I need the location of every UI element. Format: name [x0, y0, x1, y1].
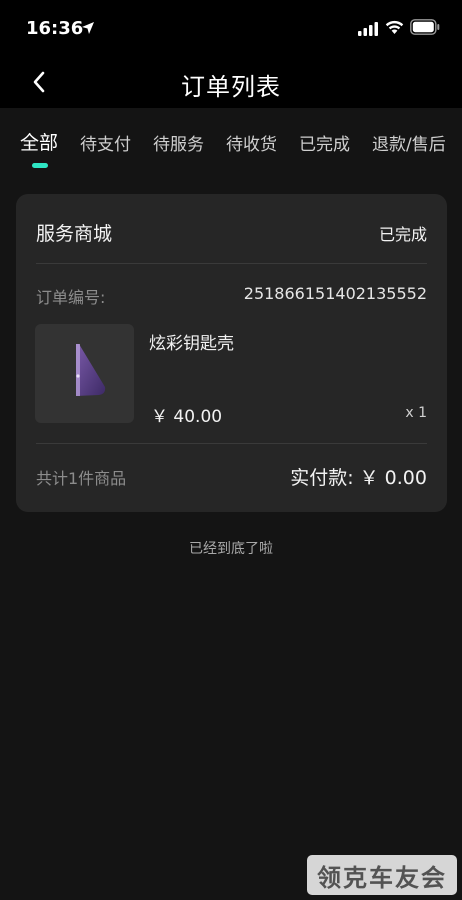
paid-label: 实付款: [290, 467, 354, 489]
watermark-logo: 领克车友会 [307, 855, 457, 895]
order-status: 已完成 [378, 225, 427, 244]
divider [36, 443, 427, 444]
order-number-value: 251866151402135552 [243, 284, 427, 303]
item-count: 共计1件商品 [36, 469, 127, 488]
shop-name: 服务商城 [36, 223, 113, 245]
product-image[interactable] [35, 324, 134, 423]
tab-pending-receipt[interactable]: 待收货 [226, 130, 277, 155]
nav-header: 订单列表 [0, 56, 462, 108]
tab-pending-service[interactable]: 待服务 [153, 130, 204, 155]
tab-pending-payment[interactable]: 待支付 [80, 130, 131, 155]
product-name: 炫彩钥匙壳 [149, 334, 234, 354]
order-number-label: 订单编号: [36, 288, 106, 307]
battery-icon [410, 19, 440, 35]
tab-completed[interactable]: 已完成 [299, 130, 350, 155]
divider [36, 263, 427, 264]
page-title: 订单列表 [181, 73, 281, 101]
active-tab-indicator [32, 163, 48, 168]
status-bar: 16:36 [0, 0, 462, 56]
product-price: ￥ 40.00 [151, 407, 223, 427]
paid-amount: 实付款: ￥ 0.00 [290, 463, 427, 490]
order-tabs: 全部 待支付 待服务 待收货 已完成 退款/售后 [0, 108, 462, 178]
tab-all[interactable]: 全部 [20, 128, 58, 155]
location-arrow-icon [82, 22, 94, 34]
key-case-image [76, 344, 106, 396]
wifi-icon [385, 20, 404, 34]
paid-value: ￥ 0.00 [359, 467, 427, 489]
signal-icon [358, 22, 378, 36]
end-of-list-text: 已经到底了啦 [189, 541, 273, 557]
product-quantity: x 1 [405, 405, 427, 421]
tab-refund-aftersales[interactable]: 退款/售后 [372, 130, 446, 155]
order-card[interactable]: 服务商城 已完成 订单编号: 251866151402135552 炫彩钥匙壳 … [16, 194, 447, 512]
status-time: 16:36 [26, 18, 84, 39]
